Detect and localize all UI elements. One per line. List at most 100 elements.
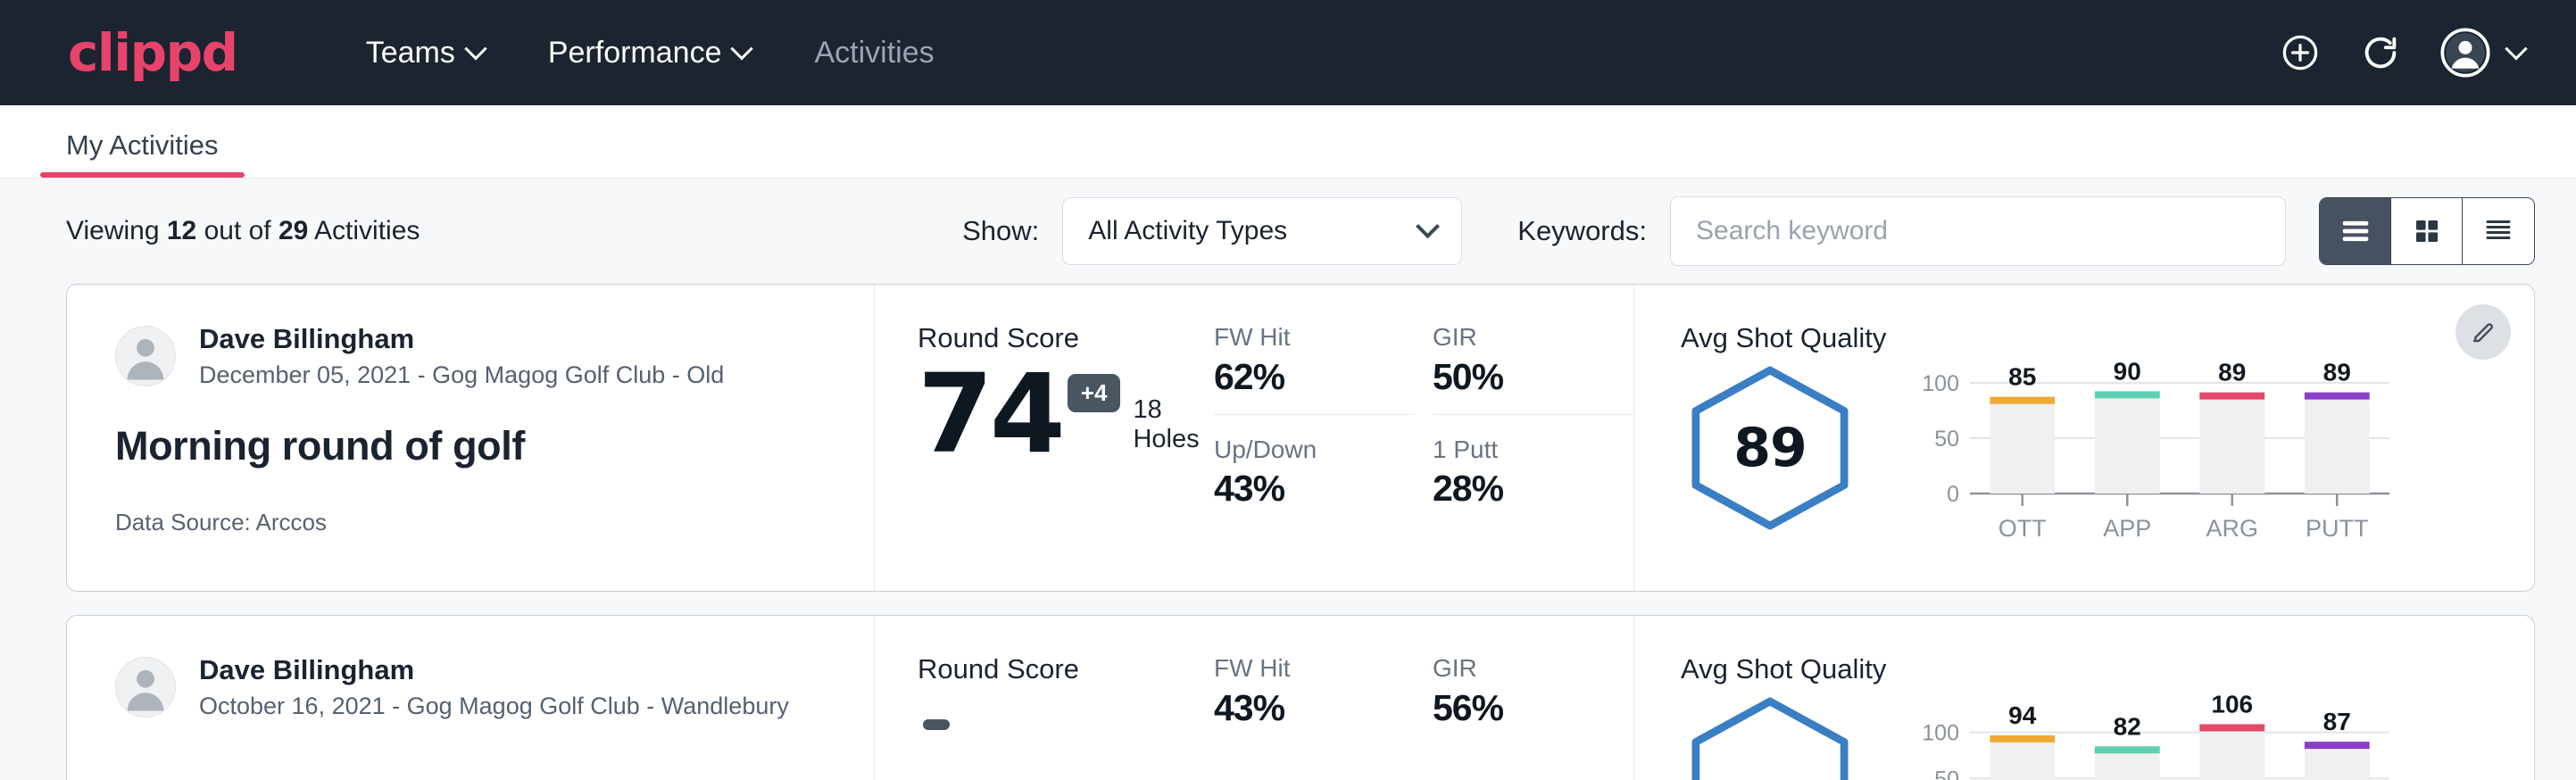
activity-title: Morning round of golf <box>115 423 874 469</box>
refresh-icon[interactable] <box>2360 32 2401 73</box>
svg-text:87: 87 <box>2323 708 2351 735</box>
svg-text:106: 106 <box>2211 691 2253 718</box>
tab-label: My Activities <box>66 129 219 161</box>
viewing-prefix: Viewing <box>66 216 167 245</box>
activity-card[interactable]: Dave Billingham October 16, 2021 - Gog M… <box>66 615 2535 780</box>
stat-gir: GIR 56% <box>1433 653 1633 729</box>
brand-logo[interactable]: clippd <box>68 27 237 79</box>
nav-item-performance[interactable]: Performance <box>516 36 783 71</box>
svg-text:94: 94 <box>2008 701 2037 729</box>
svg-text:50: 50 <box>1934 427 1959 452</box>
avg-shot-quality-label: Avg Shot Quality <box>1681 322 2534 354</box>
avg-shot-quality-label: Avg Shot Quality <box>1681 653 2534 685</box>
nav-label-activities: Activities <box>814 36 934 71</box>
activity-type-value: All Activity Types <box>1088 216 1287 246</box>
viewing-middle: out of <box>196 216 278 245</box>
activity-list: Dave Billingham December 05, 2021 - Gog … <box>0 284 2576 780</box>
stat-fw-hit: FW Hit 43% <box>1214 653 1415 729</box>
player-row: Dave Billingham October 16, 2021 - Gog M… <box>115 653 874 722</box>
stat-fw-hit: FW Hit 62% <box>1214 322 1415 415</box>
stat-label: 1 Putt <box>1433 435 1608 465</box>
avg-shot-quality-section: Avg Shot Quality 89 05010085OTT90APP89AR… <box>1633 285 2534 591</box>
stat-gir: GIR 50% <box>1433 322 1633 415</box>
filter-controls: Show: All Activity Types Keywords: <box>962 196 2535 266</box>
stat-up-down: Up/Down 43% <box>1214 415 1415 510</box>
svg-text:50: 50 <box>1934 767 1959 780</box>
activity-summary: Dave Billingham October 16, 2021 - Gog M… <box>67 616 875 780</box>
viewing-suffix: Activities <box>308 216 420 245</box>
score-differential-badge <box>923 719 950 730</box>
holes-label: 18 Holes <box>1133 395 1214 467</box>
stat-value: 43% <box>1214 687 1390 729</box>
stat-label: Up/Down <box>1214 435 1390 465</box>
chevron-down-icon <box>1416 214 1440 238</box>
nav-label-performance: Performance <box>548 36 722 71</box>
player-name: Dave Billingham <box>199 322 724 357</box>
round-score-row: 74 +4 18 Holes <box>918 363 1214 467</box>
keywords-label: Keywords: <box>1517 215 1647 247</box>
stat-label: GIR <box>1433 322 1608 353</box>
stat-value: 62% <box>1214 356 1390 398</box>
viewing-total: 29 <box>278 216 308 245</box>
avatar <box>115 657 176 718</box>
list-view-button[interactable] <box>2320 198 2391 264</box>
stats-grid: FW Hit 43% GIR 56% <box>1214 616 1633 780</box>
tab-my-activities[interactable]: My Activities <box>40 129 245 178</box>
svg-text:85: 85 <box>2008 363 2036 391</box>
round-score-row <box>918 694 1214 730</box>
chevron-down-icon <box>464 37 486 60</box>
add-icon[interactable] <box>2280 32 2321 73</box>
svg-text:ARG: ARG <box>2206 515 2258 542</box>
svg-text:100: 100 <box>1922 721 1959 746</box>
round-score-label: Round Score <box>918 653 1214 685</box>
data-source: Data Source: Arccos <box>115 509 874 536</box>
player-row: Dave Billingham December 05, 2021 - Gog … <box>115 322 874 391</box>
nav-item-teams[interactable]: Teams <box>334 36 516 71</box>
chevron-down-icon <box>2505 37 2527 60</box>
top-navbar: clippd Teams Performance Activities <box>0 0 2576 105</box>
navbar-actions <box>2280 28 2524 78</box>
svg-text:89: 89 <box>2323 360 2351 386</box>
compact-view-button[interactable] <box>2463 198 2534 264</box>
stat-value: 28% <box>1433 468 1608 510</box>
svg-text:82: 82 <box>2114 712 2141 740</box>
search-input[interactable] <box>1670 196 2286 266</box>
filter-bar: Viewing 12 out of 29 Activities Show: Al… <box>0 178 2576 284</box>
activity-card[interactable]: Dave Billingham December 05, 2021 - Gog … <box>66 284 2535 592</box>
round-score-section: Round Score 74 +4 18 Holes <box>875 285 1214 591</box>
nav-item-activities[interactable]: Activities <box>782 36 966 71</box>
stat-label: FW Hit <box>1214 653 1390 684</box>
stat-one-putt: 1 Putt 28% <box>1433 415 1633 510</box>
activity-type-select[interactable]: All Activity Types <box>1062 197 1462 265</box>
svg-text:PUTT: PUTT <box>2306 515 2369 542</box>
avg-shot-quality-value <box>1681 694 1859 780</box>
activity-meta: December 05, 2021 - Gog Magog Golf Club … <box>199 360 724 391</box>
round-score-section: Round Score <box>875 616 1214 780</box>
svg-text:OTT: OTT <box>1998 515 2047 542</box>
stats-grid: FW Hit 62% GIR 50% Up/Down 43% 1 Putt 28… <box>1214 285 1633 591</box>
stat-value: 50% <box>1433 356 1608 398</box>
chevron-down-icon <box>731 37 753 60</box>
svg-text:100: 100 <box>1922 371 1959 396</box>
stat-value: 43% <box>1214 468 1390 510</box>
round-score-label: Round Score <box>918 322 1214 354</box>
edit-activity-button[interactable] <box>2456 304 2511 360</box>
account-avatar[interactable] <box>2440 28 2524 78</box>
shot-quality-chart: 05010094OTT82APP106ARG87PUTT <box>1913 691 2395 780</box>
grid-view-button[interactable] <box>2391 198 2463 264</box>
svg-text:APP: APP <box>2103 515 2151 542</box>
shot-quality-hexagon: 89 <box>1681 363 1859 533</box>
avatar <box>115 326 176 386</box>
player-name: Dave Billingham <box>199 653 789 688</box>
show-label: Show: <box>962 215 1039 247</box>
tab-bar: My Activities <box>0 105 2576 178</box>
activity-meta: October 16, 2021 - Gog Magog Golf Club -… <box>199 691 789 722</box>
viewing-count-text: Viewing 12 out of 29 Activities <box>66 216 420 246</box>
round-score-value: 74 <box>918 363 1062 467</box>
stat-value: 56% <box>1433 687 1608 729</box>
avg-shot-quality-value: 89 <box>1681 363 1859 533</box>
nav-label-teams: Teams <box>366 36 455 71</box>
svg-text:90: 90 <box>2114 360 2141 385</box>
stat-label: FW Hit <box>1214 322 1390 353</box>
view-mode-toggle <box>2319 197 2535 265</box>
